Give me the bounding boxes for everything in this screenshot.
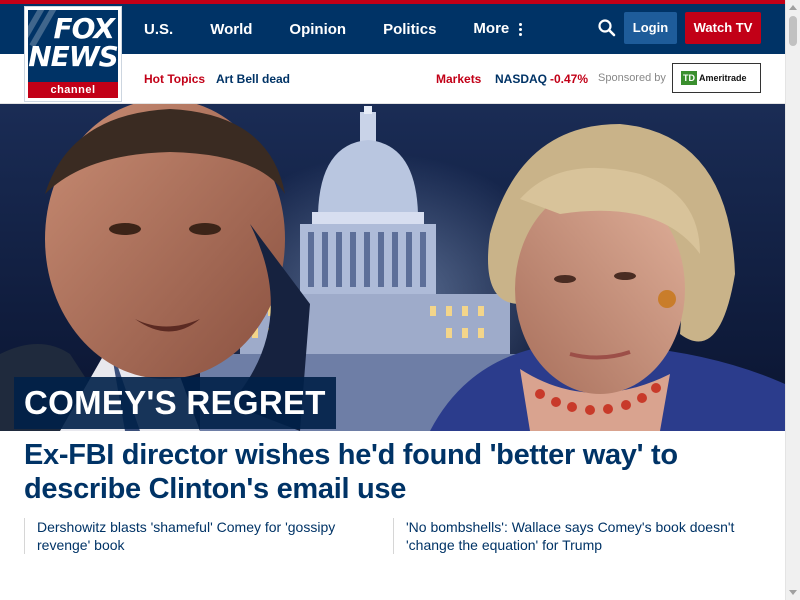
hot-topic-link[interactable]: Art Bell dead: [216, 72, 290, 86]
scroll-down-arrow-icon[interactable]: [789, 590, 797, 595]
vertical-scrollbar[interactable]: [785, 0, 800, 600]
nasdaq-label: NASDAQ: [495, 72, 548, 86]
scroll-up-arrow-icon[interactable]: [789, 5, 797, 10]
search-icon: [598, 19, 616, 37]
logo-background: FOX NEWS channel: [28, 10, 118, 98]
fox-news-logo[interactable]: FOX NEWS channel: [24, 6, 122, 102]
nav-item-us[interactable]: U.S.: [144, 21, 173, 38]
related-story-link[interactable]: Dershowitz blasts 'shameful' Comey for '…: [24, 518, 369, 554]
search-button[interactable]: [597, 18, 617, 38]
td-badge: TD: [681, 71, 697, 85]
sponsored-label: Sponsored by: [598, 72, 666, 84]
vertical-dots-icon: [519, 21, 523, 38]
markets-link[interactable]: Markets: [436, 72, 481, 86]
nav-item-more[interactable]: More: [473, 20, 523, 38]
sponsor-name: Ameritrade: [699, 73, 747, 83]
hero-story-label[interactable]: COMEY'S REGRET: [14, 377, 336, 429]
sponsor-ad[interactable]: TD Ameritrade: [672, 63, 761, 93]
logo-news-text: NEWS: [28, 40, 118, 73]
login-button[interactable]: Login: [624, 12, 677, 44]
logo-channel-text: channel: [28, 82, 118, 98]
hot-topics-label: Hot Topics: [144, 72, 206, 86]
nav-item-opinion[interactable]: Opinion: [289, 21, 346, 38]
nasdaq-change-value: -0.47%: [550, 72, 589, 86]
nav-item-more-label: More: [473, 20, 510, 38]
nav-item-world[interactable]: World: [210, 21, 252, 38]
main-headline[interactable]: Ex-FBI director wishes he'd found 'bette…: [24, 438, 724, 506]
scroll-thumb[interactable]: [789, 16, 797, 46]
watch-tv-button[interactable]: Watch TV: [685, 12, 761, 44]
related-story-link[interactable]: 'No bombshells': Wallace says Comey's bo…: [393, 518, 738, 554]
primary-nav: U.S. World Opinion Politics More: [144, 4, 559, 54]
nav-item-politics[interactable]: Politics: [383, 21, 436, 38]
